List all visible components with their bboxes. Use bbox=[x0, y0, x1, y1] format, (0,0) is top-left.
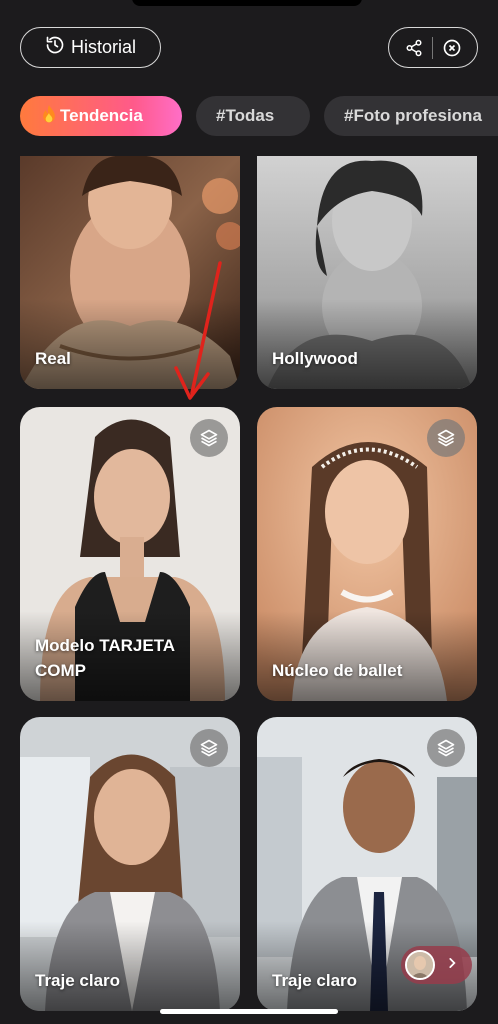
card-label: Traje claro bbox=[35, 971, 121, 990]
close-circle-icon[interactable] bbox=[441, 37, 463, 59]
tab-tendencia[interactable]: Tendencia bbox=[20, 96, 182, 136]
avatar bbox=[405, 950, 435, 980]
home-indicator bbox=[160, 1009, 338, 1014]
floating-avatar-button[interactable] bbox=[401, 946, 472, 984]
card-label: Núcleo de ballet bbox=[272, 661, 403, 680]
tab-label: Tendencia bbox=[60, 106, 143, 125]
style-card-nucleo-de-ballet[interactable]: Núcleo de ballet bbox=[257, 407, 477, 701]
layers-icon bbox=[190, 729, 228, 767]
tab-foto-profesional[interactable]: #Foto profesiona bbox=[324, 96, 498, 136]
device-notch bbox=[132, 0, 362, 6]
share-icon[interactable] bbox=[403, 37, 425, 59]
tab-label: #Todas bbox=[216, 106, 275, 125]
layers-icon bbox=[427, 419, 465, 457]
card-shade bbox=[20, 921, 240, 1011]
card-shade bbox=[257, 611, 477, 701]
style-card-modelo-tarjeta-comp[interactable]: Modelo TARJETA COMP bbox=[20, 407, 240, 701]
category-tabs: Tendencia #Todas #Foto profesiona bbox=[20, 96, 498, 136]
card-label: Hollywood bbox=[272, 349, 358, 368]
tab-todas[interactable]: #Todas bbox=[196, 96, 310, 136]
chevron-right-icon bbox=[445, 956, 459, 975]
layers-icon bbox=[190, 419, 228, 457]
style-card-hollywood[interactable]: Hollywood bbox=[257, 156, 477, 389]
style-card-traje-claro-1[interactable]: Traje claro bbox=[20, 717, 240, 1011]
history-icon bbox=[45, 35, 65, 60]
tab-label: #Foto profesiona bbox=[344, 106, 482, 125]
layers-icon bbox=[427, 729, 465, 767]
action-pill bbox=[388, 27, 478, 68]
history-button[interactable]: Historial bbox=[20, 27, 161, 68]
annotation-arrow-icon bbox=[174, 261, 222, 400]
top-bar: Historial bbox=[20, 27, 478, 68]
pill-divider bbox=[432, 36, 434, 59]
app-screen: Historial Tendencia #Todas #Foto profesi… bbox=[0, 0, 498, 1024]
card-shade bbox=[257, 299, 477, 389]
flame-icon bbox=[40, 104, 58, 129]
card-label: Modelo TARJETA COMP bbox=[35, 636, 175, 680]
history-label: Historial bbox=[70, 37, 136, 57]
